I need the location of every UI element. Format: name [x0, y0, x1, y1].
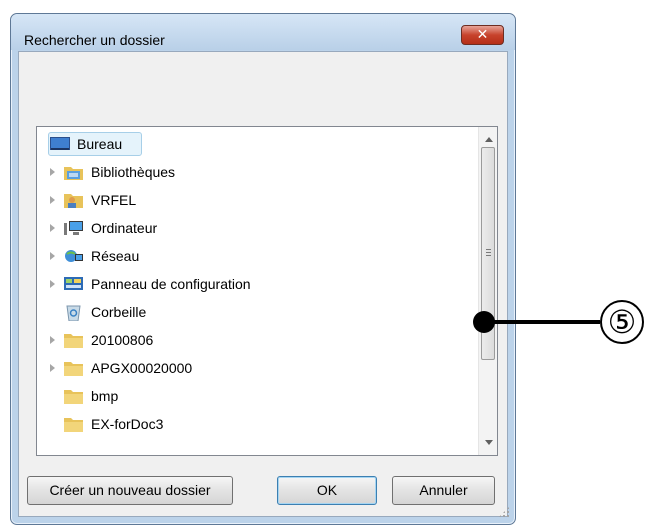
- ok-button[interactable]: OK: [277, 476, 377, 505]
- tree-item-label: 20100806: [91, 332, 154, 348]
- scroll-up-icon[interactable]: [485, 137, 493, 142]
- folder-icon: [64, 332, 83, 349]
- callout-line: [484, 320, 600, 324]
- tree-item-label: Panneau de configuration: [91, 276, 251, 292]
- vertical-scrollbar[interactable]: [478, 127, 497, 455]
- tree-item-label: Ordinateur: [91, 220, 158, 236]
- control-panel-icon: [64, 276, 83, 293]
- new-folder-button[interactable]: Créer un nouveau dossier: [27, 476, 233, 505]
- tree-item-reseau[interactable]: Réseau: [37, 243, 470, 271]
- close-icon: ✕: [476, 26, 489, 42]
- title-bar[interactable]: Rechercher un dossier ✕: [11, 14, 515, 50]
- tree-item-label: VRFEL: [91, 192, 137, 208]
- folder-icon: [64, 388, 83, 405]
- recycle-bin-icon: [64, 304, 83, 322]
- expand-arrow-icon[interactable]: [50, 196, 55, 204]
- tree-item-panneau-de-configuration[interactable]: Panneau de configuration: [37, 271, 470, 299]
- tree-item-label: Corbeille: [91, 304, 147, 320]
- libraries-icon: [64, 164, 83, 181]
- folder-icon: [64, 360, 83, 377]
- tree-item-label: Réseau: [91, 248, 140, 264]
- tree-item-20100806[interactable]: 20100806: [37, 327, 470, 355]
- tree-item-label: bmp: [91, 388, 119, 404]
- grip-icon: [486, 249, 491, 256]
- tree-item-bmp[interactable]: bmp: [37, 383, 470, 411]
- tree-item-label: Bibliothèques: [91, 164, 176, 180]
- folder-icon: [64, 416, 83, 433]
- tree-item-label: Bureau: [77, 136, 123, 152]
- expand-arrow-icon[interactable]: [50, 168, 55, 176]
- tree-item-apgx00020000[interactable]: APGX00020000: [37, 355, 470, 383]
- expand-arrow-icon[interactable]: [50, 252, 55, 260]
- callout-dot: [473, 311, 495, 333]
- scroll-down-icon[interactable]: [485, 440, 493, 445]
- computer-icon: [64, 220, 83, 237]
- expand-arrow-icon[interactable]: [50, 364, 55, 372]
- tree-item-bureau[interactable]: Bureau: [37, 131, 470, 159]
- tree-item-bibliotheques[interactable]: Bibliothèques: [37, 159, 470, 187]
- callout-number: ⑤: [600, 300, 644, 344]
- tree-item-ex-fordoc3[interactable]: EX-forDoc3: [37, 411, 470, 439]
- tree-item-vrfel[interactable]: VRFEL: [37, 187, 470, 215]
- user-folder-icon: [64, 192, 83, 209]
- tree-item-ordinateur[interactable]: Ordinateur: [37, 215, 470, 243]
- cancel-button[interactable]: Annuler: [392, 476, 495, 505]
- tree-item-corbeille[interactable]: Corbeille: [37, 299, 470, 327]
- expand-arrow-icon[interactable]: [50, 280, 55, 288]
- tree-item-label: APGX00020000: [91, 360, 193, 376]
- network-icon: [64, 248, 83, 265]
- close-button[interactable]: ✕: [461, 25, 504, 45]
- expand-arrow-icon[interactable]: [50, 224, 55, 232]
- tree-item-label: EX-forDoc3: [91, 416, 164, 432]
- expand-arrow-icon[interactable]: [50, 336, 55, 344]
- folder-tree[interactable]: Bureau Bibliothèques VRFEL Ordinateur Ré…: [36, 126, 498, 456]
- desktop-icon: [50, 136, 70, 153]
- dialog-title: Rechercher un dossier: [24, 32, 165, 48]
